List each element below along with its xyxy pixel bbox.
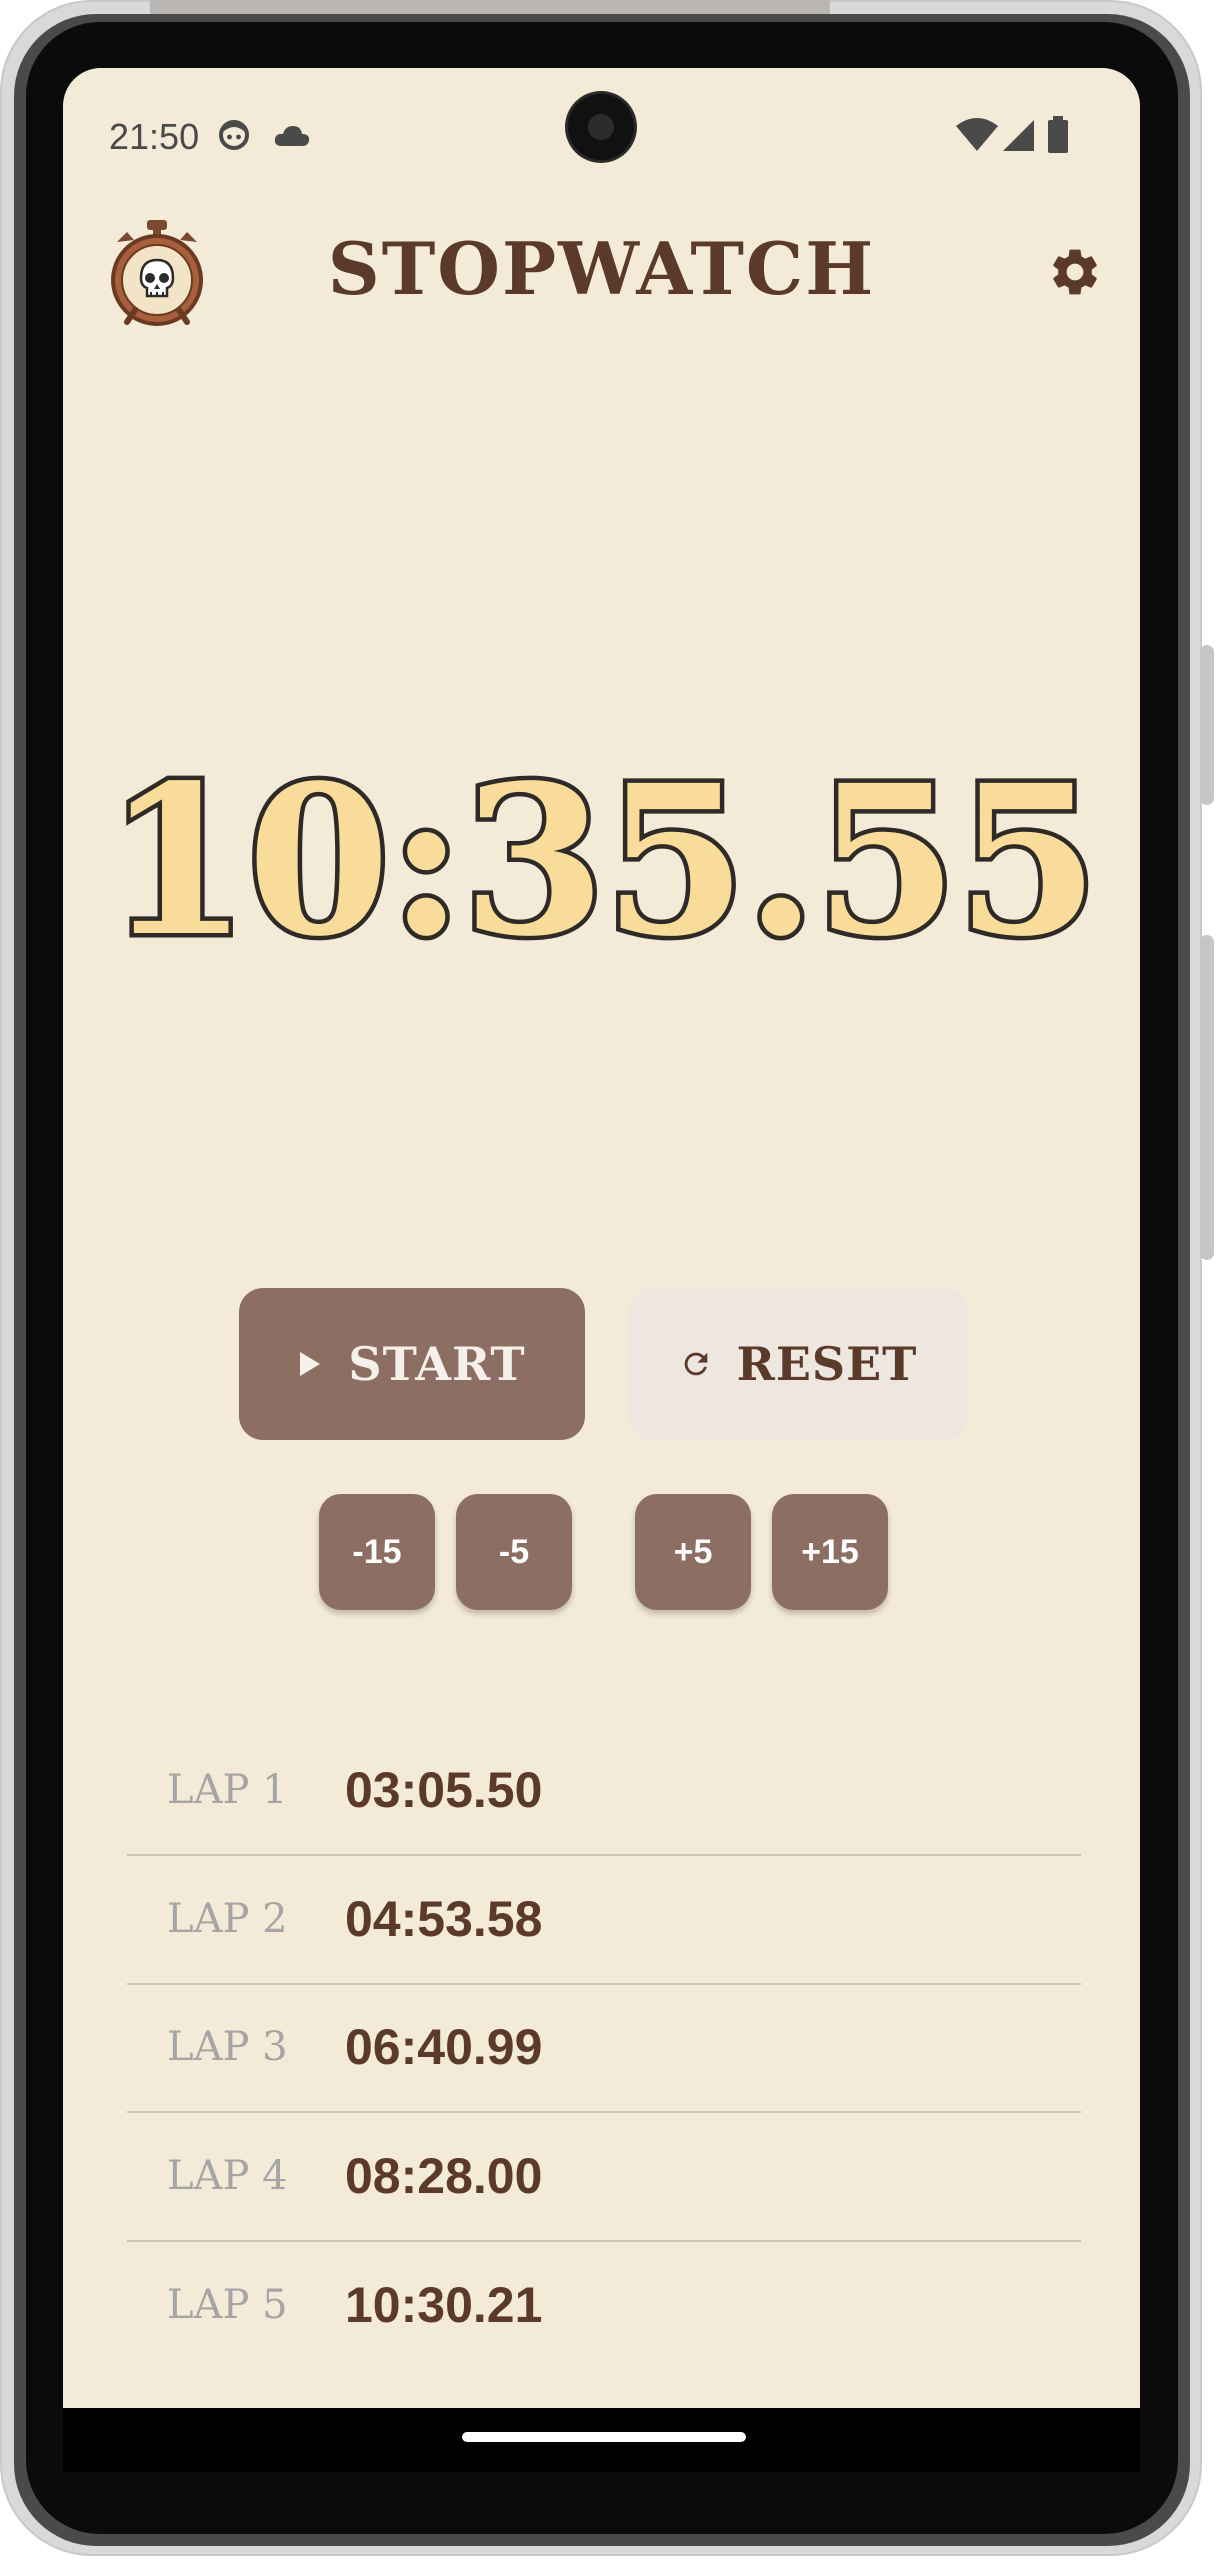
cloud-icon	[274, 126, 310, 146]
lap-time: 06:40.99	[345, 2019, 543, 2075]
lap-label: LAP 3	[167, 2024, 288, 2070]
lap-time: 10:30.21	[345, 2277, 543, 2333]
wifi-icon	[956, 118, 998, 151]
face-icon	[219, 120, 249, 150]
gear-icon[interactable]	[1047, 244, 1103, 300]
lap-row: LAP 1 03:05.50	[127, 1726, 1081, 1856]
plus-5-button[interactable]: +5	[635, 1494, 751, 1610]
lap-time: 03:05.50	[345, 1762, 543, 1818]
battery-icon	[1048, 116, 1068, 153]
lap-time: 04:53.58	[345, 1891, 543, 1947]
plus-15-button[interactable]: +15	[772, 1494, 888, 1610]
reset-button[interactable]: RESET	[628, 1288, 968, 1440]
device-power-button	[1200, 645, 1214, 805]
refresh-icon	[684, 1352, 707, 1376]
device-volume-button	[1200, 935, 1214, 1260]
start-button[interactable]: START	[239, 1288, 585, 1440]
minus-5-button[interactable]: -5	[456, 1494, 572, 1610]
lap-row: LAP 5 10:30.21	[127, 2241, 1081, 2369]
lap-row: LAP 4 08:28.00	[127, 2112, 1081, 2242]
home-gesture-handle[interactable]	[462, 2432, 746, 2442]
lap-row: LAP 2 04:53.58	[127, 1855, 1081, 1985]
play-icon	[300, 1352, 321, 1376]
front-camera	[568, 94, 634, 160]
lap-label: LAP 5	[167, 2282, 288, 2328]
lap-row: LAP 3 06:40.99	[127, 1983, 1081, 2113]
start-button-label: START	[348, 1337, 526, 1391]
lap-label: LAP 1	[167, 1767, 288, 1813]
signal-icon	[1003, 120, 1034, 151]
lap-time: 08:28.00	[345, 2148, 543, 2204]
status-time: 21:50	[109, 116, 200, 157]
timer-display: 10:35.55	[101, 736, 1104, 987]
lap-label: LAP 4	[167, 2153, 288, 2199]
reset-button-label: RESET	[736, 1337, 918, 1391]
app-screen: 21:50 STOPWATCH 10:35.55 START RESET -15…	[63, 68, 1140, 2408]
app-title: STOPWATCH	[327, 226, 876, 311]
minus-15-button[interactable]: -15	[319, 1494, 435, 1610]
lap-label: LAP 2	[167, 1896, 288, 1942]
